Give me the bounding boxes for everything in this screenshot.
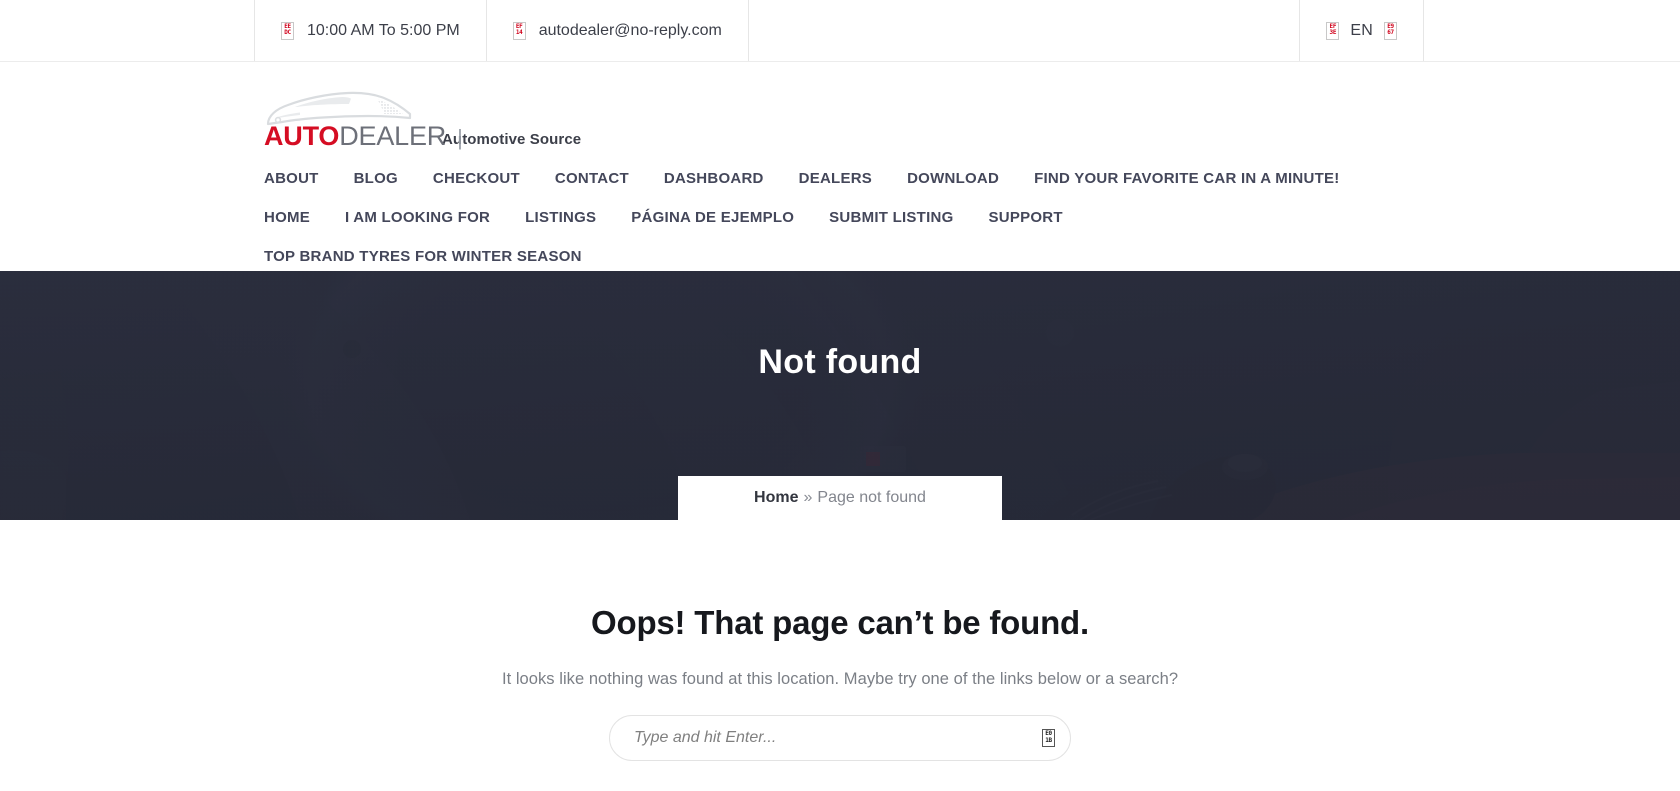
language-selector[interactable]: EF 3E EN E9 67	[1299, 0, 1424, 61]
nav-item-listings[interactable]: LISTINGS	[525, 209, 596, 226]
breadcrumb: Home » Page not found	[678, 476, 1002, 520]
nav-item-find-car[interactable]: FIND YOUR FAVORITE CAR IN A MINUTE!	[1034, 170, 1339, 187]
search-submit-button[interactable]: E0 1B	[1042, 729, 1055, 747]
nav-item-support[interactable]: SUPPORT	[989, 209, 1063, 226]
nav-item-contact[interactable]: CONTACT	[555, 170, 629, 187]
breadcrumb-separator: »	[803, 489, 813, 506]
main-navigation: ABOUT BLOG CHECKOUT CONTACT DASHBOARD DE…	[264, 152, 1416, 271]
globe-icon: EF 3E	[1326, 21, 1340, 40]
logo-auto: AUTO	[264, 121, 340, 151]
nav-item-about[interactable]: ABOUT	[264, 170, 319, 187]
search-icon: E0 1B	[1042, 729, 1055, 747]
breadcrumb-current: Page not found	[817, 489, 926, 506]
breadcrumb-home-link[interactable]: Home	[754, 489, 798, 507]
chevron-down-icon[interactable]: E9 67	[1384, 21, 1397, 40]
hero-banner: Not found Home » Page not found	[0, 271, 1680, 520]
top-bar-spacer	[748, 0, 1300, 61]
nav-item-winter-tyres[interactable]: TOP BRAND TYRES FOR WINTER SEASON	[264, 248, 582, 265]
nav-item-looking-for[interactable]: I AM LOOKING FOR	[345, 209, 490, 226]
nav-list: ABOUT BLOG CHECKOUT CONTACT DASHBOARD DE…	[264, 170, 1384, 265]
top-bar-left-group: EE DC 10:00 AM To 5:00 PM EF 14 autodealer…	[254, 0, 749, 61]
error-title: Oops! That page can’t be found.	[591, 604, 1089, 641]
search-form: E01B	[609, 715, 1071, 761]
logo-separator: |	[457, 125, 463, 150]
search-input[interactable]	[609, 715, 1071, 761]
business-hours: EE DC 10:00 AM To 5:00 PM	[254, 0, 487, 61]
main-content: Oops! That page can’t be found. It looks…	[0, 520, 1680, 761]
contact-email[interactable]: EF 14 autodealer@no-reply.com	[485, 0, 749, 61]
nav-item-pagina-ejemplo[interactable]: PÁGINA DE EJEMPLO	[631, 209, 794, 226]
brand-row: AUTODEALER | Automotive Source	[264, 90, 1416, 152]
nav-item-submit-listing[interactable]: SUBMIT LISTING	[829, 209, 953, 226]
contact-email-label: autodealer@no-reply.com	[538, 21, 722, 39]
top-bar: EE DC 10:00 AM To 5:00 PM EF 14 autodealer…	[0, 0, 1680, 62]
error-description: It looks like nothing was found at this …	[501, 670, 1179, 688]
nav-item-blog[interactable]: BLOG	[354, 170, 398, 187]
nav-item-dealers[interactable]: DEALERS	[799, 170, 872, 187]
site-header: AUTODEALER | Automotive Source ABOUT BLOG…	[0, 62, 1680, 271]
envelope-icon: EF 14	[512, 21, 526, 40]
brand-tagline: Automotive Source	[442, 131, 582, 148]
business-hours-label: 10:00 AM To 5:00 PM	[307, 21, 460, 39]
logo-wordmark: AUTODEALER |	[264, 122, 463, 152]
language-label: EN	[1350, 21, 1373, 39]
nav-item-download[interactable]: DOWNLOAD	[907, 170, 999, 187]
site-logo[interactable]: AUTODEALER |	[264, 90, 463, 152]
header-container: AUTODEALER | Automotive Source ABOUT BLOG…	[0, 90, 1680, 271]
page-title: Not found	[758, 343, 922, 381]
clock-icon: EE DC	[281, 21, 294, 40]
nav-item-home[interactable]: HOME	[264, 209, 310, 226]
logo-dealer: DEALER	[339, 121, 447, 151]
nav-item-checkout[interactable]: CHECKOUT	[433, 170, 520, 187]
nav-item-dashboard[interactable]: DASHBOARD	[664, 170, 764, 187]
